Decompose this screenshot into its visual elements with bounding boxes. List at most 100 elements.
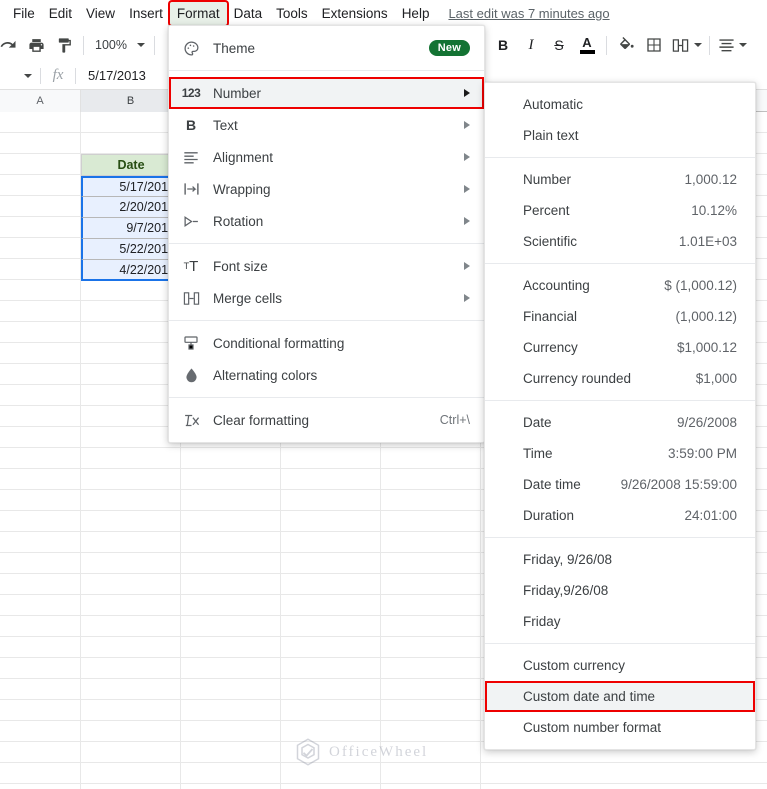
- submenu-item-currency[interactable]: Currency $1,000.12: [485, 332, 755, 363]
- chevron-right-icon: [464, 294, 470, 302]
- last-edit-status[interactable]: Last edit was 7 minutes ago: [448, 6, 609, 21]
- submenu-item-friday[interactable]: Friday: [485, 606, 755, 637]
- align-dropdown[interactable]: [737, 31, 749, 59]
- borders-icon[interactable]: [640, 31, 668, 59]
- new-badge: New: [428, 40, 470, 56]
- merge-cells-icon[interactable]: [668, 31, 692, 59]
- submenu-item-label: Currency: [523, 340, 578, 355]
- submenu-divider: [485, 537, 755, 538]
- column-header-b[interactable]: B: [81, 90, 181, 112]
- menu-insert[interactable]: Insert: [122, 2, 170, 25]
- submenu-item-value: 10.12%: [691, 203, 737, 218]
- zoom-selector[interactable]: 100%: [89, 36, 149, 54]
- cell-b4[interactable]: 5/17/2013: [81, 176, 181, 197]
- menu-item-clear-formatting[interactable]: Clear formatting Ctrl+\: [169, 404, 484, 436]
- chevron-right-icon: [464, 153, 470, 161]
- menu-item-alignment[interactable]: Alignment: [169, 141, 484, 173]
- menu-item-text[interactable]: B Text: [169, 109, 484, 141]
- submenu-divider: [485, 643, 755, 644]
- menu-tools[interactable]: Tools: [269, 2, 315, 25]
- menu-item-number[interactable]: 123 Number: [169, 77, 484, 109]
- submenu-item-value: 3:59:00 PM: [667, 446, 737, 461]
- submenu-item-automatic[interactable]: Automatic: [485, 89, 755, 120]
- menu-edit[interactable]: Edit: [42, 2, 79, 25]
- cell-b8[interactable]: 4/22/2018: [81, 260, 181, 281]
- name-box[interactable]: [0, 73, 40, 78]
- submenu-item-plain-text[interactable]: Plain text: [485, 120, 755, 151]
- menu-format[interactable]: Format: [169, 2, 227, 25]
- strikethrough-button[interactable]: S: [545, 31, 573, 59]
- menu-item-shortcut: Ctrl+\: [439, 413, 470, 427]
- redo-icon[interactable]: [0, 31, 22, 59]
- bold-button[interactable]: B: [489, 31, 517, 59]
- grid-row[interactable]: [0, 784, 767, 789]
- submenu-item-value: 9/26/2008 15:59:00: [620, 477, 737, 492]
- submenu-item-label: Automatic: [523, 97, 584, 112]
- paint-format-icon[interactable]: [50, 31, 78, 59]
- submenu-item-number[interactable]: Number 1,000.12: [485, 164, 755, 195]
- submenu-item-value: $1,000.12: [676, 340, 737, 355]
- menu-data[interactable]: Data: [227, 2, 270, 25]
- bold-b-icon: B: [185, 117, 197, 133]
- submenu-item-custom-date-and-time[interactable]: Custom date and time: [485, 681, 755, 712]
- submenu-item-custom-currency[interactable]: Custom currency: [485, 650, 755, 681]
- submenu-item-label: Plain text: [523, 128, 579, 143]
- grid-row[interactable]: [0, 763, 767, 784]
- menu-item-label: Number: [213, 85, 262, 101]
- alternating-colors-icon: [169, 367, 213, 383]
- text-color-button[interactable]: A: [573, 31, 601, 59]
- alignment-icon: [169, 151, 213, 164]
- submenu-item-scientific[interactable]: Scientific 1.01E+03: [485, 226, 755, 257]
- menu-item-merge-cells[interactable]: Merge cells: [169, 282, 484, 314]
- menu-bar: File Edit View Insert Format Data Tools …: [0, 0, 767, 27]
- horizontal-align-icon[interactable]: [715, 31, 737, 59]
- merge-cells-dropdown[interactable]: [692, 31, 704, 59]
- clear-formatting-icon: [169, 413, 213, 428]
- submenu-item-date[interactable]: Date 9/26/2008: [485, 407, 755, 438]
- submenu-item-value: 1,000.12: [684, 172, 737, 187]
- submenu-item-date-time[interactable]: Date time 9/26/2008 15:59:00: [485, 469, 755, 500]
- italic-button[interactable]: I: [517, 31, 545, 59]
- submenu-item-friday-short[interactable]: Friday,9/26/08: [485, 575, 755, 606]
- toolbar-divider-5: [709, 35, 710, 55]
- cell-b7[interactable]: 5/22/2016: [81, 239, 181, 260]
- menu-item-font-size[interactable]: TT Font size: [169, 250, 484, 282]
- submenu-item-financial[interactable]: Financial (1,000.12): [485, 301, 755, 332]
- menu-item-alternating-colors[interactable]: Alternating colors: [169, 359, 484, 391]
- font-size-icon: TT: [183, 257, 199, 275]
- formula-input[interactable]: 5/17/2013: [76, 68, 146, 83]
- menu-view[interactable]: View: [79, 2, 122, 25]
- submenu-item-label: Percent: [523, 203, 570, 218]
- menu-item-rotation[interactable]: Rotation: [169, 205, 484, 237]
- chevron-down-icon: [24, 73, 32, 78]
- submenu-item-accounting[interactable]: Accounting $ (1,000.12): [485, 270, 755, 301]
- submenu-item-label: Currency rounded: [523, 371, 632, 386]
- cell-b5[interactable]: 2/20/2014: [81, 197, 181, 218]
- toolbar-divider-4: [606, 35, 607, 55]
- menu-extensions[interactable]: Extensions: [315, 2, 395, 25]
- submenu-item-value: 9/26/2008: [676, 415, 737, 430]
- submenu-item-value: 24:01:00: [684, 508, 737, 523]
- submenu-item-percent[interactable]: Percent 10.12%: [485, 195, 755, 226]
- menu-item-conditional-formatting[interactable]: Conditional formatting: [169, 327, 484, 359]
- zoom-level-label: 100%: [95, 38, 127, 52]
- submenu-item-custom-number-format[interactable]: Custom number format: [485, 712, 755, 743]
- menu-item-wrapping[interactable]: Wrapping: [169, 173, 484, 205]
- menu-help[interactable]: Help: [395, 2, 437, 25]
- fill-color-icon[interactable]: [612, 31, 640, 59]
- cell-b6[interactable]: 9/7/2015: [81, 218, 181, 239]
- menu-divider: [169, 320, 484, 321]
- submenu-item-currency-rounded[interactable]: Currency rounded $1,000: [485, 363, 755, 394]
- menu-file[interactable]: File: [6, 2, 42, 25]
- submenu-item-value: $ (1,000.12): [664, 278, 737, 293]
- submenu-item-time[interactable]: Time 3:59:00 PM: [485, 438, 755, 469]
- print-icon[interactable]: [22, 31, 50, 59]
- toolbar-divider-2: [153, 35, 155, 55]
- submenu-item-duration[interactable]: Duration 24:01:00: [485, 500, 755, 531]
- chevron-down-icon: [739, 43, 747, 47]
- cell-b3-header[interactable]: Date: [81, 154, 181, 176]
- column-header-a[interactable]: A: [0, 90, 81, 112]
- submenu-item-friday-long[interactable]: Friday, 9/26/08: [485, 544, 755, 575]
- submenu-item-value: $1,000: [695, 371, 737, 386]
- menu-item-theme[interactable]: Theme New: [169, 32, 484, 64]
